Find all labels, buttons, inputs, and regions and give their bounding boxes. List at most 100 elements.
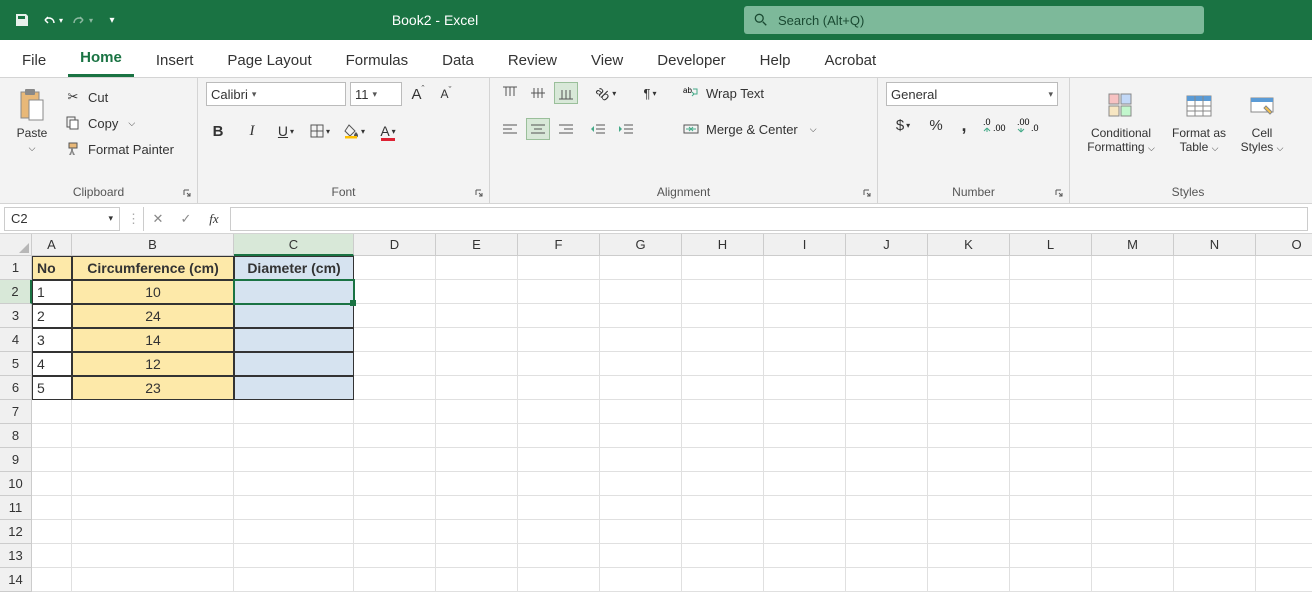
cell-M4[interactable]	[1092, 328, 1174, 352]
cell-J7[interactable]	[846, 400, 928, 424]
tab-page-layout[interactable]: Page Layout	[215, 44, 323, 77]
cell-M3[interactable]	[1092, 304, 1174, 328]
cell-K14[interactable]	[928, 568, 1010, 592]
orientation-button[interactable]: ab▾	[586, 82, 626, 104]
col-header-I[interactable]: I	[764, 234, 846, 256]
col-header-L[interactable]: L	[1010, 234, 1092, 256]
cell-L13[interactable]	[1010, 544, 1092, 568]
cell-M14[interactable]	[1092, 568, 1174, 592]
cell-A13[interactable]	[32, 544, 72, 568]
cell-M5[interactable]	[1092, 352, 1174, 376]
cell-O7[interactable]	[1256, 400, 1312, 424]
cell-E7[interactable]	[436, 400, 518, 424]
cell-E6[interactable]	[436, 376, 518, 400]
cell-K3[interactable]	[928, 304, 1010, 328]
row-header-14[interactable]: 14	[0, 568, 32, 592]
cell-E14[interactable]	[436, 568, 518, 592]
increase-indent-button[interactable]	[614, 118, 638, 140]
cell-G4[interactable]	[600, 328, 682, 352]
align-right-button[interactable]	[554, 118, 578, 140]
tab-developer[interactable]: Developer	[645, 44, 737, 77]
cell-F2[interactable]	[518, 280, 600, 304]
cell-C7[interactable]	[234, 400, 354, 424]
cell-G12[interactable]	[600, 520, 682, 544]
cell-K5[interactable]	[928, 352, 1010, 376]
cell-I7[interactable]	[764, 400, 846, 424]
cell-O1[interactable]	[1256, 256, 1312, 280]
cell-L3[interactable]	[1010, 304, 1092, 328]
cell-L8[interactable]	[1010, 424, 1092, 448]
col-header-M[interactable]: M	[1092, 234, 1174, 256]
cell-D6[interactable]	[354, 376, 436, 400]
cell-A14[interactable]	[32, 568, 72, 592]
cell-A5[interactable]: 4	[32, 352, 72, 376]
formula-input[interactable]	[230, 207, 1308, 231]
align-top-button[interactable]	[498, 82, 522, 104]
row-header-9[interactable]: 9	[0, 448, 32, 472]
tab-view[interactable]: View	[579, 44, 635, 77]
cell-L1[interactable]	[1010, 256, 1092, 280]
tab-data[interactable]: Data	[430, 44, 486, 77]
cell-M11[interactable]	[1092, 496, 1174, 520]
cell-I9[interactable]	[764, 448, 846, 472]
merge-center-button[interactable]: Merge & Center ⌵	[678, 118, 821, 140]
cell-N3[interactable]	[1174, 304, 1256, 328]
increase-decimal-button[interactable]: .0.00	[980, 114, 1010, 136]
cell-M9[interactable]	[1092, 448, 1174, 472]
cell-M10[interactable]	[1092, 472, 1174, 496]
cell-H4[interactable]	[682, 328, 764, 352]
cell-K10[interactable]	[928, 472, 1010, 496]
cell-G11[interactable]	[600, 496, 682, 520]
cell-E1[interactable]	[436, 256, 518, 280]
col-header-C[interactable]: C	[234, 234, 354, 256]
redo-button[interactable]: ▾	[68, 6, 96, 34]
cell-L9[interactable]	[1010, 448, 1092, 472]
cell-B5[interactable]: 12	[72, 352, 234, 376]
launcher-icon[interactable]	[181, 187, 193, 199]
cell-G8[interactable]	[600, 424, 682, 448]
cell-I2[interactable]	[764, 280, 846, 304]
cell-E10[interactable]	[436, 472, 518, 496]
cell-J3[interactable]	[846, 304, 928, 328]
font-name-combo[interactable]: Calibri▾	[206, 82, 346, 106]
cell-A6[interactable]: 5	[32, 376, 72, 400]
paste-button[interactable]: Paste⌵	[8, 82, 56, 159]
col-header-A[interactable]: A	[32, 234, 72, 256]
col-header-N[interactable]: N	[1174, 234, 1256, 256]
cell-H6[interactable]	[682, 376, 764, 400]
cell-B11[interactable]	[72, 496, 234, 520]
tab-acrobat[interactable]: Acrobat	[813, 44, 889, 77]
cell-H10[interactable]	[682, 472, 764, 496]
cell-N9[interactable]	[1174, 448, 1256, 472]
cell-G13[interactable]	[600, 544, 682, 568]
cell-B7[interactable]	[72, 400, 234, 424]
cell-J2[interactable]	[846, 280, 928, 304]
cell-C8[interactable]	[234, 424, 354, 448]
cell-K12[interactable]	[928, 520, 1010, 544]
cell-B8[interactable]	[72, 424, 234, 448]
row-header-5[interactable]: 5	[0, 352, 32, 376]
cell-A1[interactable]: No	[32, 256, 72, 280]
cell-C9[interactable]	[234, 448, 354, 472]
col-header-E[interactable]: E	[436, 234, 518, 256]
cell-H1[interactable]	[682, 256, 764, 280]
row-header-4[interactable]: 4	[0, 328, 32, 352]
cell-D1[interactable]	[354, 256, 436, 280]
cell-B3[interactable]: 24	[72, 304, 234, 328]
col-header-H[interactable]: H	[682, 234, 764, 256]
cell-L10[interactable]	[1010, 472, 1092, 496]
cell-N14[interactable]	[1174, 568, 1256, 592]
cell-J1[interactable]	[846, 256, 928, 280]
cell-B9[interactable]	[72, 448, 234, 472]
copy-button[interactable]: Copy ⌵	[60, 112, 178, 134]
cell-H7[interactable]	[682, 400, 764, 424]
tab-formulas[interactable]: Formulas	[334, 44, 421, 77]
cell-J5[interactable]	[846, 352, 928, 376]
cell-K8[interactable]	[928, 424, 1010, 448]
align-left-button[interactable]	[498, 118, 522, 140]
cell-G9[interactable]	[600, 448, 682, 472]
cell-O8[interactable]	[1256, 424, 1312, 448]
cell-D13[interactable]	[354, 544, 436, 568]
bold-button[interactable]: B	[206, 120, 230, 142]
row-header-13[interactable]: 13	[0, 544, 32, 568]
